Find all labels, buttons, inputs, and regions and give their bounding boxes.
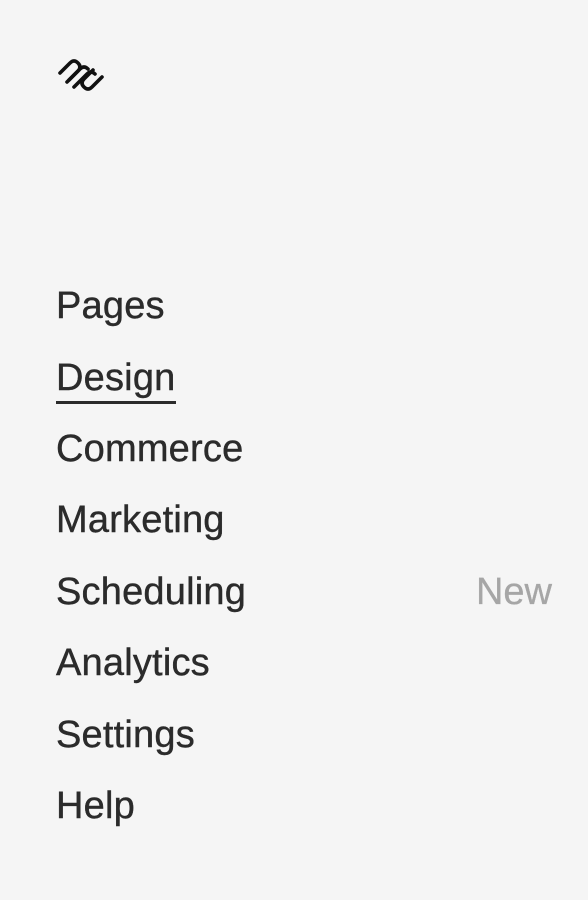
nav-item-label: Commerce	[56, 427, 244, 470]
nav-item-marketing[interactable]: Marketing	[56, 485, 552, 557]
squarespace-logo-icon	[58, 59, 104, 91]
nav-item-help[interactable]: Help	[56, 771, 552, 843]
nav-item-label: Analytics	[56, 642, 210, 685]
new-badge: New	[475, 570, 552, 613]
logo-link[interactable]	[56, 56, 106, 94]
nav-item-label: Design	[56, 359, 176, 404]
nav-item-label: Scheduling	[56, 570, 247, 613]
nav-item-label: Marketing	[56, 499, 225, 542]
nav-item-pages[interactable]: Pages	[56, 270, 552, 342]
nav-item-label: Settings	[56, 713, 195, 756]
nav-item-scheduling[interactable]: Scheduling New	[56, 556, 552, 628]
sidebar: Pages Design Commerce Marketing Scheduli…	[0, 0, 588, 900]
nav-item-analytics[interactable]: Analytics	[56, 628, 552, 700]
nav-item-settings[interactable]: Settings	[56, 699, 552, 771]
nav-item-label: Help	[56, 785, 135, 828]
main-nav: Pages Design Commerce Marketing Scheduli…	[56, 270, 552, 842]
nav-item-commerce[interactable]: Commerce	[56, 413, 552, 485]
nav-item-label: Pages	[56, 284, 165, 327]
nav-item-design[interactable]: Design	[56, 342, 552, 414]
